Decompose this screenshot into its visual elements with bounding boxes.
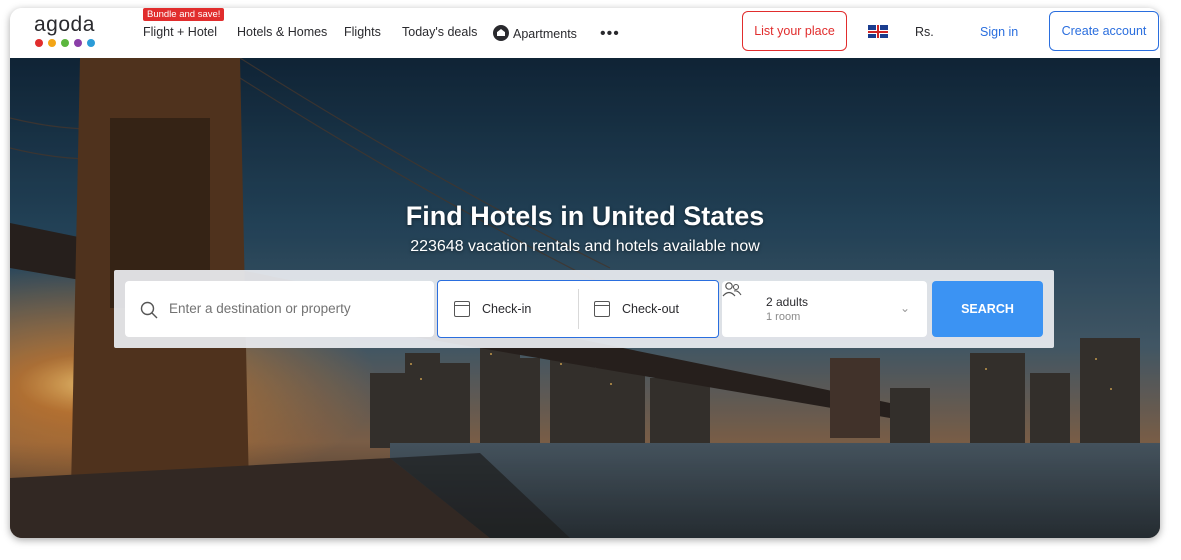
logo-dot [87,39,95,47]
calendar-checkin-icon [454,301,470,317]
logo-dot [61,39,69,47]
sign-in-link[interactable]: Sign in [980,25,1018,39]
occupancy-selector[interactable]: 2 adults 1 room ⌄ [722,281,927,337]
logo-dots [35,39,100,47]
hero-banner: Find Hotels in United States 223648 vaca… [10,58,1160,538]
destination-placeholder: Enter a destination or property [169,301,351,316]
currency-selector[interactable]: Rs. [915,25,934,39]
check-out-field[interactable]: Check-out [622,302,679,316]
nav-flight-hotel[interactable]: Flight + Hotel [143,25,217,39]
logo-text: agoda [34,13,95,36]
logo-dot [35,39,43,47]
nav-apartments[interactable]: Apartments [493,25,577,41]
nav-apartments-label: Apartments [513,27,577,41]
bundle-badge: Bundle and save! [143,8,225,21]
browser-frame: agoda Bundle and save! Flight + Hotel Ho… [10,8,1160,538]
chevron-down-icon: ⌄ [900,301,911,315]
guests-icon [722,282,742,297]
destination-input[interactable]: Enter a destination or property [125,281,434,337]
logo-dot [48,39,56,47]
top-navigation-bar: agoda Bundle and save! Flight + Hotel Ho… [10,8,1160,59]
list-your-place-button[interactable]: List your place [742,11,847,51]
uk-flag-icon[interactable] [868,25,888,38]
agoda-logo[interactable]: agoda [34,14,100,54]
date-picker[interactable]: Check-in Check-out [437,280,719,338]
hero-subtitle: 223648 vacation rentals and hotels avail… [410,238,760,255]
hero-title: Find Hotels in United States [405,201,765,231]
search-panel: Enter a destination or property Check-in… [114,270,1054,348]
more-options-icon[interactable]: ••• [600,25,620,43]
date-divider [578,289,579,329]
search-button[interactable]: SEARCH [932,281,1043,337]
adults-count: 2 adults [766,295,809,309]
create-account-button[interactable]: Create account [1049,11,1159,51]
check-in-field[interactable]: Check-in [482,302,531,316]
nav-hotels-homes[interactable]: Hotels & Homes [237,25,327,39]
apartment-icon [493,25,509,41]
calendar-checkout-icon [594,301,610,317]
nav-flights[interactable]: Flights [344,25,381,39]
search-icon [140,301,158,319]
rooms-count: 1 room [766,311,801,323]
nav-todays-deals[interactable]: Today's deals [402,25,477,39]
logo-dot [74,39,82,47]
